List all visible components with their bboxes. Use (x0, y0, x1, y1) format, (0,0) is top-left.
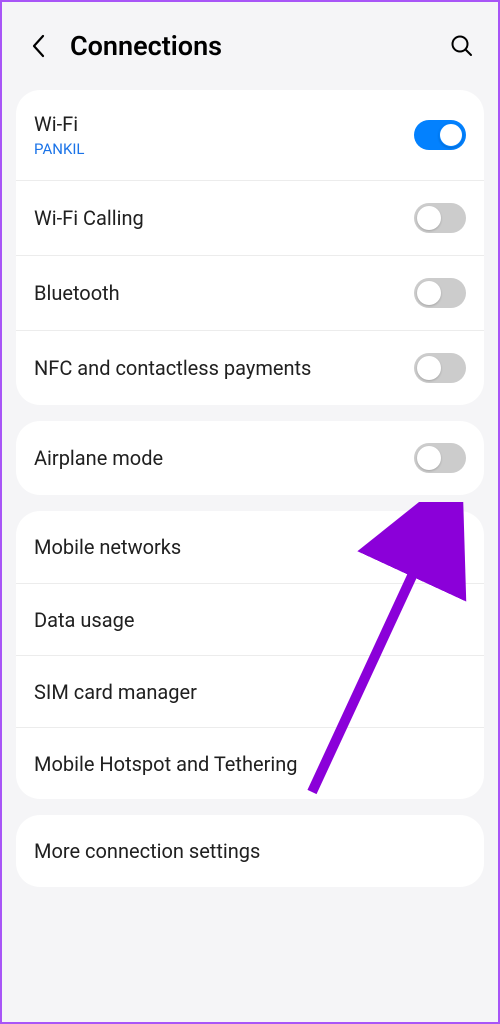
row-title: Airplane mode (34, 446, 414, 470)
row-title: Bluetooth (34, 281, 414, 305)
bluetooth-row[interactable]: Bluetooth (16, 255, 484, 330)
airplane-mode-toggle[interactable] (414, 443, 466, 473)
sim-card-manager-row[interactable]: SIM card manager (16, 655, 484, 727)
row-title: Wi-Fi (34, 112, 414, 136)
row-title: Data usage (34, 608, 466, 632)
row-title: Mobile Hotspot and Tethering (34, 752, 466, 776)
mobile-networks-row[interactable]: Mobile networks (16, 511, 484, 583)
settings-group: Wi-Fi PANKIL Wi-Fi Calling Bluetooth NFC… (16, 90, 484, 405)
wifi-calling-toggle[interactable] (414, 203, 466, 233)
page-title: Connections (70, 30, 430, 62)
settings-group: Mobile networks Data usage SIM card mana… (16, 511, 484, 799)
wifi-calling-row[interactable]: Wi-Fi Calling (16, 180, 484, 255)
row-text: Bluetooth (34, 281, 414, 305)
row-text: Mobile networks (34, 535, 466, 559)
row-text: Wi-Fi PANKIL (34, 112, 414, 158)
row-title: SIM card manager (34, 680, 466, 704)
row-text: SIM card manager (34, 680, 466, 704)
bluetooth-toggle[interactable] (414, 278, 466, 308)
row-title: More connection settings (34, 839, 466, 863)
wifi-row[interactable]: Wi-Fi PANKIL (16, 90, 484, 180)
row-text: Airplane mode (34, 446, 414, 470)
header: Connections (2, 2, 498, 90)
row-text: Wi-Fi Calling (34, 206, 414, 230)
row-subtitle: PANKIL (34, 140, 414, 158)
settings-group: Airplane mode (16, 421, 484, 495)
wifi-toggle[interactable] (414, 120, 466, 150)
back-icon[interactable] (26, 34, 50, 58)
more-connection-settings-row[interactable]: More connection settings (16, 815, 484, 887)
data-usage-row[interactable]: Data usage (16, 583, 484, 655)
row-title: NFC and contactless payments (34, 356, 414, 380)
row-text: More connection settings (34, 839, 466, 863)
settings-group: More connection settings (16, 815, 484, 887)
row-title: Wi-Fi Calling (34, 206, 414, 230)
row-title: Mobile networks (34, 535, 466, 559)
row-text: Data usage (34, 608, 466, 632)
row-text: Mobile Hotspot and Tethering (34, 752, 466, 776)
airplane-mode-row[interactable]: Airplane mode (16, 421, 484, 495)
hotspot-tethering-row[interactable]: Mobile Hotspot and Tethering (16, 727, 484, 799)
nfc-row[interactable]: NFC and contactless payments (16, 330, 484, 405)
nfc-toggle[interactable] (414, 353, 466, 383)
row-text: NFC and contactless payments (34, 356, 414, 380)
search-icon[interactable] (450, 34, 474, 58)
